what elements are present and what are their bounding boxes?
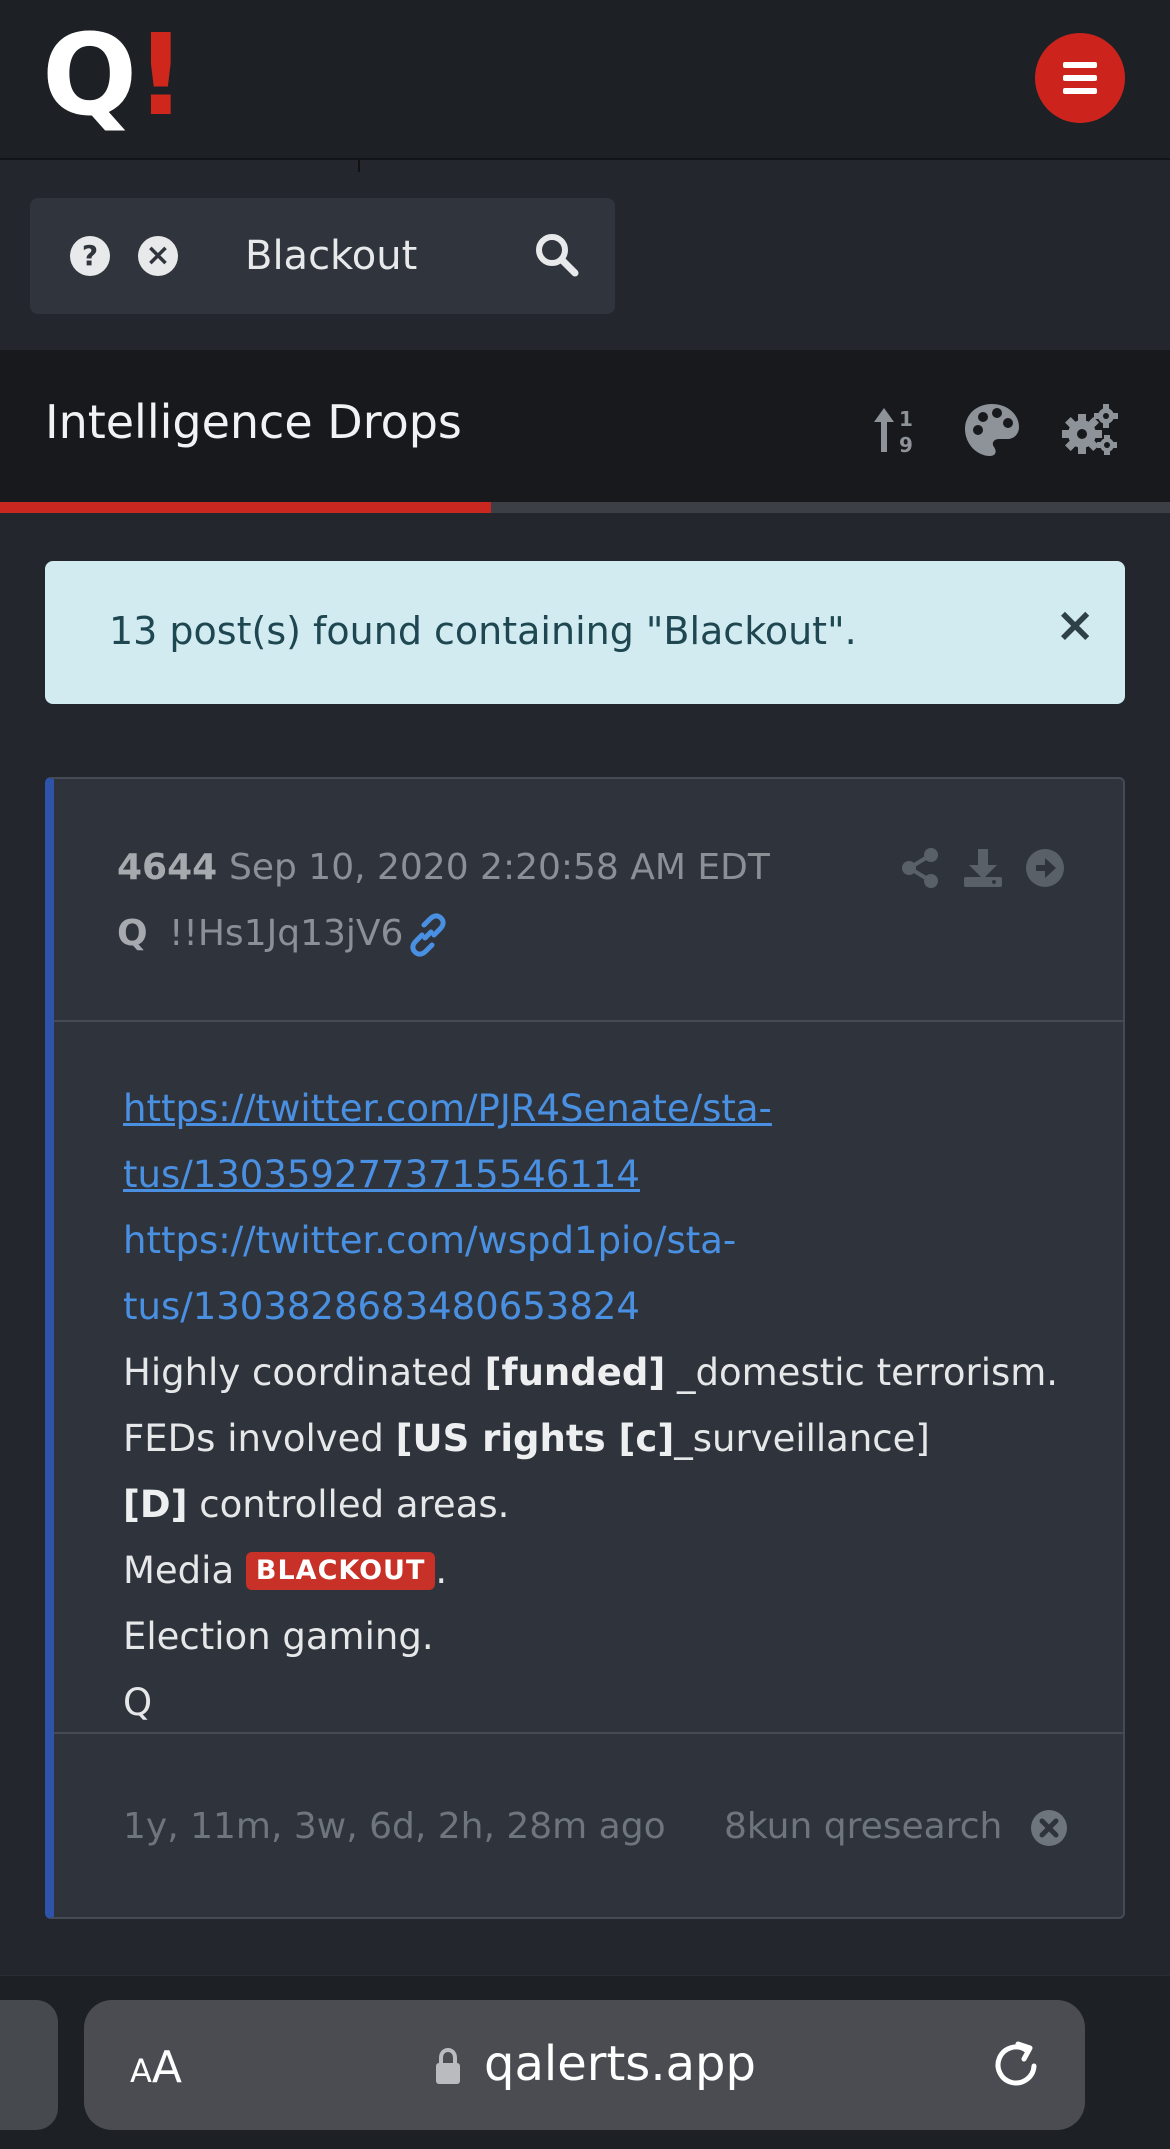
tweet-link-2-line-2[interactable]: tus/1303828683480653824 <box>123 1285 640 1328</box>
browser-toolbar: AA qalerts.app <box>0 1975 1170 2149</box>
post-line-8: Q <box>123 1681 153 1724</box>
times-circle-icon[interactable]: × <box>138 236 178 276</box>
link-icon[interactable] <box>406 913 450 957</box>
sort-numeric-icon[interactable]: 1 9 <box>870 400 930 460</box>
post-card: 4644 Sep 10, 2020 2:20:58 AM EDT Q !!Hs1… <box>45 777 1125 1919</box>
scroll-progress-fill <box>0 502 492 513</box>
alert-close-button[interactable]: × <box>1055 601 1095 649</box>
tweet-link-1-cont[interactable]: tus/1303592773715546114 <box>123 1153 640 1196</box>
reload-icon[interactable] <box>990 2038 1044 2092</box>
svg-text:1: 1 <box>899 407 913 431</box>
alert-message: 13 post(s) found containing "Blackout". <box>109 609 857 653</box>
post-tripcode: !!Hs1Jq13jV6 <box>169 913 404 954</box>
post-line-3: Highly coordinated [funded] _domestic te… <box>123 1351 1059 1394</box>
post-line-7: Election gaming. <box>123 1615 434 1658</box>
site-logo[interactable]: Q ! <box>42 20 186 140</box>
post-id[interactable]: 4644 <box>117 847 217 888</box>
gears-icon[interactable] <box>1060 400 1120 460</box>
post-age: 1y, 11m, 3w, 6d, 2h, 28m ago <box>123 1806 666 1847</box>
lock-icon <box>436 2048 460 2084</box>
search-icon[interactable] <box>532 230 582 280</box>
logo-q: Q <box>42 11 137 141</box>
tweet-link-1-line-2[interactable]: tus/1303592773715546114 <box>123 1153 640 1196</box>
share-icon[interactable] <box>899 847 941 889</box>
search-box: ? × <box>30 198 615 314</box>
arrow-circle-right-icon[interactable] <box>1024 847 1066 889</box>
search-result-alert: 13 post(s) found containing "Blackout". … <box>45 561 1125 704</box>
top-bar: Q ! <box>0 0 1170 160</box>
divider-tick <box>358 160 360 172</box>
title-bar: Intelligence Drops 1 9 <box>0 350 1170 502</box>
tweet-link-2-line-1[interactable]: https://twitter.com/wspd1pio/sta- <box>123 1219 736 1262</box>
previous-tab-edge[interactable] <box>0 2000 58 2130</box>
svg-text:9: 9 <box>899 433 913 457</box>
times-circle-icon[interactable] <box>1029 1808 1069 1848</box>
post-line-5: [D] controlled areas. <box>123 1483 510 1526</box>
hamburger-menu-button[interactable] <box>1035 33 1125 123</box>
post-line-6: Media BLACKOUT. <box>123 1549 448 1592</box>
tweet-link-2-cont[interactable]: tus/1303828683480653824 <box>123 1285 640 1328</box>
address-bar[interactable]: AA qalerts.app <box>84 2000 1085 2130</box>
reader-text-size-button[interactable]: AA <box>130 2042 182 2093</box>
logo-exclamation: ! <box>135 11 187 141</box>
scroll-progress-bar <box>0 502 1170 513</box>
post-date: Sep 10, 2020 2:20:58 AM EDT <box>229 847 770 888</box>
post-source: 8kun qresearch <box>724 1806 1003 1847</box>
hamburger-menu-icon <box>1063 62 1097 68</box>
post-header: 4644 Sep 10, 2020 2:20:58 AM EDT Q !!Hs1… <box>54 779 1123 1022</box>
tweet-link-1-line-1[interactable]: https://twitter.com/PJR4Senate/sta- <box>123 1087 772 1130</box>
palette-icon[interactable] <box>962 400 1022 460</box>
post-footer: 1y, 11m, 3w, 6d, 2h, 28m ago 8kun qresea… <box>54 1734 1123 1917</box>
tweet-link-1[interactable]: https://twitter.com/PJR4Senate/sta- <box>123 1087 772 1130</box>
post-body: https://twitter.com/PJR4Senate/sta- tus/… <box>54 1022 1123 1734</box>
search-input[interactable] <box>245 228 545 284</box>
post-line-4: FEDs involved [US rights [c]_surveillanc… <box>123 1417 930 1460</box>
post-author: Q <box>117 913 148 954</box>
download-icon[interactable] <box>962 847 1004 889</box>
url-text[interactable]: qalerts.app <box>484 2036 756 2092</box>
question-circle-icon[interactable]: ? <box>70 236 110 276</box>
page-title: Intelligence Drops <box>45 395 462 449</box>
search-highlight-badge: BLACKOUT <box>245 1552 436 1590</box>
tweet-link-2[interactable]: https://twitter.com/wspd1pio/sta- <box>123 1219 736 1262</box>
